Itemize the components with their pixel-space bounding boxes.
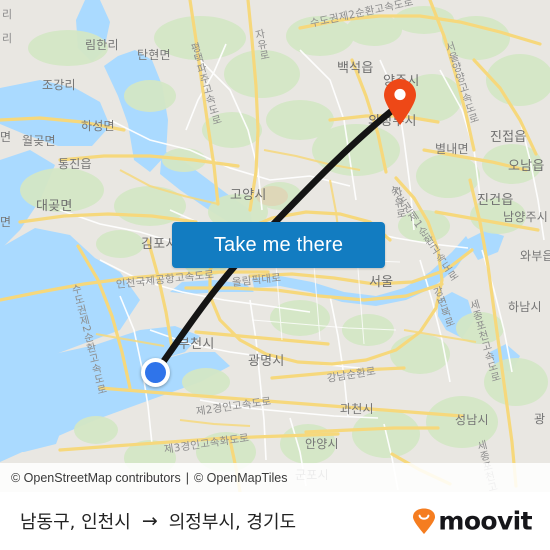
map-attribution-bar: © OpenStreetMap contributors | © OpenMap… [0, 463, 550, 492]
route-arrow-icon: → [141, 510, 158, 532]
moovit-map-screenshot: 리리림한리탄현면백석읍양주시조강리의정부시진접읍하성면면월곶면별내면통진읍오남읍… [0, 0, 550, 550]
attribution-osm[interactable]: © OpenStreetMap contributors [11, 471, 181, 485]
origin-marker[interactable] [141, 358, 170, 387]
map-pin-icon [384, 79, 416, 125]
attribution-openmaptiles[interactable]: © OpenMapTiles [194, 471, 288, 485]
destination-pin-marker[interactable] [383, 79, 417, 125]
route-summary: 남동구, 인천시 → 의정부시, 경기도 [20, 508, 296, 534]
moovit-logo[interactable]: moovit [411, 506, 533, 536]
moovit-pin-icon [413, 508, 436, 534]
take-me-there-button[interactable]: Take me there [172, 222, 385, 268]
map-canvas[interactable]: 리리림한리탄현면백석읍양주시조강리의정부시진접읍하성면면월곶면별내면통진읍오남읍… [0, 0, 550, 492]
route-origin-label: 남동구, 인천시 [20, 512, 131, 533]
route-destination-label: 의정부시, 경기도 [168, 512, 297, 533]
footer-bar: 남동구, 인천시 → 의정부시, 경기도 moovit [0, 492, 550, 550]
moovit-wordmark: moovit [438, 506, 532, 536]
attribution-separator: | [185, 470, 189, 485]
origin-dot [145, 362, 166, 383]
